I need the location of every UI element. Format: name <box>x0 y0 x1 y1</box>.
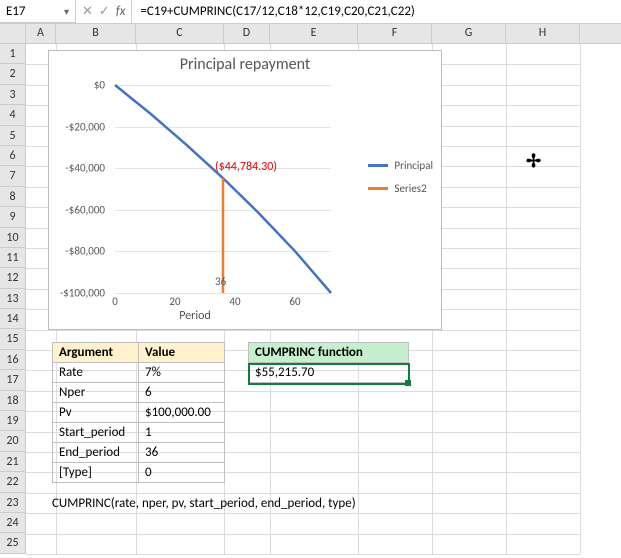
func-value: $55,215.70 <box>249 363 409 383</box>
col-header[interactable]: F <box>358 24 432 43</box>
row-header[interactable]: 2 <box>0 64 26 84</box>
row-header[interactable]: 18 <box>0 391 26 411</box>
row-header[interactable]: 15 <box>0 329 26 349</box>
val-cell[interactable]: $100,000.00 <box>139 403 225 423</box>
select-all-corner[interactable] <box>0 24 26 43</box>
row-header[interactable]: 6 <box>0 146 26 166</box>
name-box[interactable]: E17 ▾ <box>0 0 76 23</box>
col-header[interactable]: B <box>56 24 136 43</box>
row-header[interactable]: 17 <box>0 370 26 390</box>
row-header[interactable]: 10 <box>0 228 26 248</box>
col-header[interactable]: A <box>26 24 56 43</box>
row-header[interactable]: 8 <box>0 187 26 207</box>
col-header[interactable]: E <box>270 24 358 43</box>
row-header[interactable]: 12 <box>0 268 26 288</box>
arg-cell[interactable]: Start_period <box>53 423 139 443</box>
row-header[interactable]: 5 <box>0 126 26 146</box>
row-header[interactable]: 23 <box>0 493 26 513</box>
function-signature: CUMPRINC(rate, nper, pv, start_period, e… <box>52 496 356 511</box>
row-header[interactable]: 9 <box>0 207 26 227</box>
data-label: ($44,784.30) <box>215 160 277 174</box>
row-header[interactable]: 1 <box>0 44 26 64</box>
legend-label: Series2 <box>394 182 426 195</box>
row-header[interactable]: 7 <box>0 166 26 186</box>
col-header[interactable]: C <box>136 24 224 43</box>
cell-cursor-icon <box>526 150 541 172</box>
arg-header: Argument <box>53 343 139 363</box>
embedded-chart[interactable]: Principal repayment $0-$20,000-$40,000-$… <box>48 50 442 330</box>
accept-icon[interactable]: ✓ <box>99 4 110 19</box>
plot-area <box>115 85 331 293</box>
data-label-x: 36 <box>215 275 226 288</box>
col-header[interactable]: G <box>432 24 506 43</box>
formula-controls: ✕ ✓ fx <box>76 0 132 23</box>
val-cell[interactable]: 1 <box>139 423 225 443</box>
arg-cell[interactable]: End_period <box>53 443 139 463</box>
arg-cell[interactable]: Rate <box>53 363 139 383</box>
row-header[interactable]: 11 <box>0 248 26 268</box>
legend-swatch <box>368 187 388 190</box>
chart-legend: Principal Series2 <box>368 159 433 205</box>
row-header[interactable]: 14 <box>0 309 26 329</box>
row-header[interactable]: 19 <box>0 411 26 431</box>
name-box-value: E17 <box>6 4 26 19</box>
row-header[interactable]: 25 <box>0 533 26 553</box>
chart-title: Principal repayment <box>49 55 441 74</box>
row-header[interactable]: 20 <box>0 431 26 451</box>
argument-table: Argument Value Rate7%Nper6Pv$100,000.00S… <box>52 342 225 483</box>
legend-swatch <box>368 164 388 167</box>
name-box-dropdown-icon[interactable]: ▾ <box>64 5 69 18</box>
cancel-icon[interactable]: ✕ <box>82 4 93 19</box>
cumprinc-result: CUMPRINC function $55,215.70 <box>248 342 409 383</box>
val-cell[interactable]: 7% <box>139 363 225 383</box>
x-axis-label: Period <box>49 309 341 323</box>
cells-area[interactable]: Principal repayment $0-$20,000-$40,000-$… <box>26 44 621 554</box>
arg-cell[interactable]: [Type] <box>53 463 139 483</box>
val-cell[interactable]: 0 <box>139 463 225 483</box>
row-header[interactable]: 24 <box>0 513 26 533</box>
formula-input[interactable]: =C19+CUMPRINC(C17/12,C18*12,C19,C20,C21,… <box>132 0 621 23</box>
row-header[interactable]: 21 <box>0 452 26 472</box>
arg-cell[interactable]: Pv <box>53 403 139 423</box>
fx-icon[interactable]: fx <box>116 4 126 19</box>
arg-cell[interactable]: Nper <box>53 383 139 403</box>
func-header: CUMPRINC function <box>249 343 409 363</box>
row-header[interactable]: 13 <box>0 289 26 309</box>
row-headers: 1234567891011121314151617181920212223242… <box>0 44 26 554</box>
formula-text: =C19+CUMPRINC(C17/12,C18*12,C19,C20,C21,… <box>140 4 414 19</box>
val-cell[interactable]: 36 <box>139 443 225 463</box>
row-header[interactable]: 16 <box>0 350 26 370</box>
formula-bar: E17 ▾ ✕ ✓ fx =C19+CUMPRINC(C17/12,C18*12… <box>0 0 621 24</box>
column-headers: A B C D E F G H <box>0 24 621 44</box>
y-axis-ticks: $0-$20,000-$40,000-$60,000-$80,000-$100,… <box>49 85 109 293</box>
val-header: Value <box>139 343 225 363</box>
row-header[interactable]: 22 <box>0 472 26 492</box>
col-header[interactable]: H <box>506 24 580 43</box>
val-cell[interactable]: 6 <box>139 383 225 403</box>
row-header[interactable]: 3 <box>0 85 26 105</box>
spreadsheet-grid: A B C D E F G H 123456789101112131415161… <box>0 24 621 554</box>
col-header[interactable]: D <box>224 24 270 43</box>
legend-label: Principal <box>394 159 433 172</box>
row-header[interactable]: 4 <box>0 105 26 125</box>
